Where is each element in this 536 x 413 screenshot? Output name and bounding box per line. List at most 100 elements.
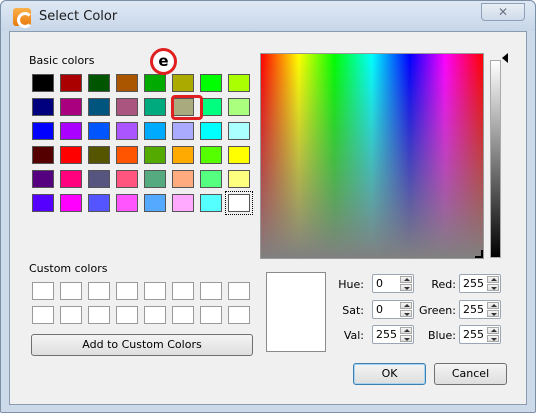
basic-color-swatch[interactable] [32,122,54,140]
basic-color-swatch[interactable] [200,170,222,188]
selected-swatch-highlight [171,95,203,120]
basic-color-swatch[interactable] [60,194,82,212]
basic-color-swatch[interactable] [144,74,166,92]
green-down-icon[interactable] [487,310,499,317]
custom-color-swatch[interactable] [116,282,138,300]
sat-input[interactable] [374,302,400,317]
basic-color-swatch[interactable] [172,194,194,212]
basic-color-swatch[interactable] [116,170,138,188]
red-input[interactable] [461,276,487,291]
basic-color-swatch[interactable] [32,194,54,212]
basic-color-swatch[interactable] [88,170,110,188]
basic-color-swatch[interactable] [88,74,110,92]
red-spinbox[interactable] [459,274,501,293]
basic-color-swatch[interactable] [88,194,110,212]
custom-colors-label: Custom colors [29,262,108,275]
basic-color-swatch[interactable] [228,146,250,164]
basic-color-swatch[interactable] [200,74,222,92]
basic-color-swatch[interactable] [172,74,194,92]
basic-color-swatch[interactable] [228,122,250,140]
basic-color-swatch[interactable] [228,74,250,92]
close-button[interactable]: ✕ [481,3,525,21]
add-to-custom-colors-button[interactable]: Add to Custom Colors [31,334,253,356]
custom-color-swatch[interactable] [144,282,166,300]
basic-color-swatch[interactable] [144,194,166,212]
basic-color-swatch[interactable] [228,170,250,188]
basic-color-swatch[interactable] [60,122,82,140]
custom-color-swatch[interactable] [88,306,110,324]
basic-color-swatch[interactable] [32,74,54,92]
basic-color-swatch[interactable] [200,122,222,140]
red-up-icon[interactable] [487,276,499,283]
blue-input[interactable] [461,327,487,342]
basic-color-swatch[interactable] [200,146,222,164]
val-input[interactable] [374,327,400,342]
luminance-arrow-icon[interactable] [502,53,508,63]
custom-color-swatch[interactable] [116,306,138,324]
dialog-client-area: Basic colors e Custom colors Add to Cust… [9,31,527,405]
basic-color-swatch[interactable] [116,146,138,164]
ok-button[interactable]: OK [353,363,426,385]
luminance-slider[interactable] [490,60,501,258]
basic-colors-label: Basic colors [29,54,95,67]
basic-color-swatch[interactable] [32,170,54,188]
basic-color-swatch[interactable] [225,191,253,215]
window-title: Select Color [39,9,118,24]
green-input[interactable] [461,302,487,317]
cancel-button[interactable]: Cancel [434,363,507,385]
blue-spinbox[interactable] [459,325,501,344]
blue-up-icon[interactable] [487,327,499,334]
annotation-badge: e [150,48,177,75]
basic-color-swatch[interactable] [144,146,166,164]
red-down-icon[interactable] [487,284,499,291]
val-spinbox[interactable] [372,325,414,344]
custom-color-swatch[interactable] [32,282,54,300]
basic-color-swatch[interactable] [228,98,250,116]
hue-spinbox[interactable] [372,274,414,293]
red-label: Red: [431,278,456,291]
basic-color-swatch[interactable] [116,194,138,212]
basic-color-swatch[interactable] [144,98,166,116]
custom-color-swatch[interactable] [32,306,54,324]
basic-color-swatch[interactable] [172,170,194,188]
title-bar: Select Color ✕ [1,1,535,31]
basic-color-swatch[interactable] [144,122,166,140]
basic-color-swatch[interactable] [116,74,138,92]
basic-color-swatch[interactable] [144,170,166,188]
basic-color-swatch[interactable] [200,98,222,116]
basic-color-swatch[interactable] [88,98,110,116]
custom-color-swatch[interactable] [172,282,194,300]
custom-color-swatch[interactable] [228,306,250,324]
basic-color-swatch[interactable] [88,122,110,140]
custom-color-swatch[interactable] [144,306,166,324]
basic-color-swatch[interactable] [116,98,138,116]
custom-color-swatch[interactable] [200,306,222,324]
hue-label: Hue: [338,278,364,291]
custom-color-swatch[interactable] [60,282,82,300]
select-color-dialog: Select Color ✕ Basic colors e Custom col… [0,0,536,413]
basic-color-swatch[interactable] [60,170,82,188]
hue-input[interactable] [374,276,400,291]
basic-color-swatch[interactable] [60,146,82,164]
sat-spinbox[interactable] [372,300,414,319]
color-spectrum[interactable] [260,53,484,259]
custom-color-swatch[interactable] [88,282,110,300]
custom-color-swatch[interactable] [200,282,222,300]
custom-color-swatch[interactable] [172,306,194,324]
basic-color-swatch[interactable] [116,122,138,140]
basic-color-swatch[interactable] [60,98,82,116]
basic-color-swatch[interactable] [32,98,54,116]
blue-down-icon[interactable] [487,335,499,342]
custom-color-swatch[interactable] [60,306,82,324]
basic-color-swatch[interactable] [32,146,54,164]
green-up-icon[interactable] [487,302,499,309]
basic-color-swatch[interactable] [88,146,110,164]
basic-color-swatch[interactable] [60,74,82,92]
green-spinbox[interactable] [459,300,501,319]
sat-label: Sat: [342,304,364,317]
basic-color-swatch[interactable] [200,194,222,212]
custom-color-swatch[interactable] [228,282,250,300]
basic-color-swatch[interactable] [172,122,194,140]
basic-color-swatch[interactable] [172,146,194,164]
green-label: Green: [418,304,456,317]
